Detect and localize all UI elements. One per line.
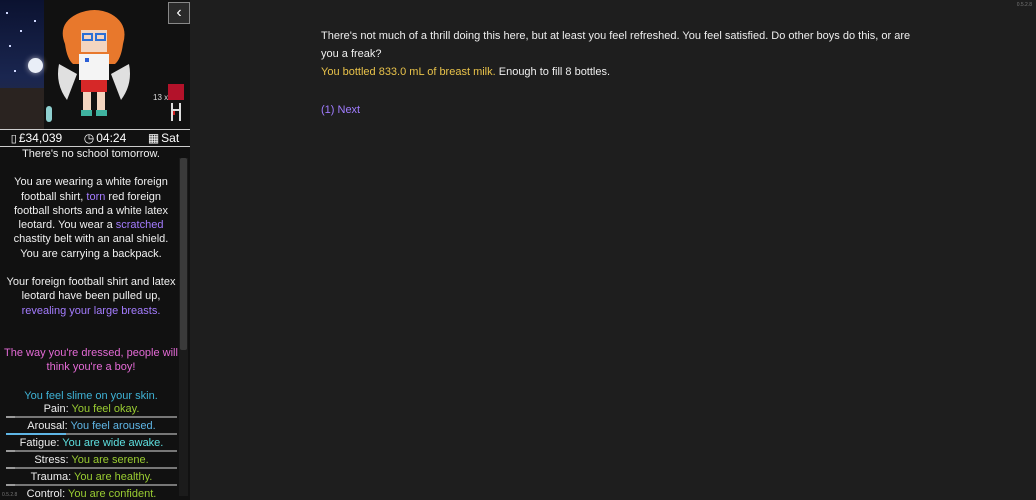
exposure-text: Your foreign football shirt and latex le… xyxy=(6,276,176,303)
stat-meter-fill xyxy=(6,467,15,469)
stat-meter xyxy=(6,467,177,469)
stat-row: Trauma: You are healthy. xyxy=(6,470,177,486)
bottles-note-text: Enough to fill 8 bottles. xyxy=(495,66,611,78)
rose-icon[interactable] xyxy=(168,84,184,100)
main-passage: There's not much of a thrill doing this … xyxy=(321,27,921,119)
moon-icon xyxy=(28,58,43,73)
day-value: Sat xyxy=(161,131,180,145)
stat-value: You feel okay. xyxy=(71,403,140,415)
version-label: 0.5.2.8 xyxy=(1016,2,1032,8)
passage-line-1: There's not much of a thrill doing this … xyxy=(321,30,911,60)
stat-meter-fill xyxy=(6,450,15,452)
sidebar: ‹ 13 x ▯ £34,039 ◷ 04:24 ▦ Sat There's n… xyxy=(0,0,190,500)
stat-label: Trauma: xyxy=(30,471,72,483)
scratched-tag: scratched xyxy=(115,219,164,232)
status-bar: ▯ £34,039 ◷ 04:24 ▦ Sat xyxy=(0,129,190,147)
stat-meter-fill xyxy=(6,484,15,486)
sidebar-scrollbar-thumb[interactable] xyxy=(180,158,187,350)
day-display: ▦ Sat xyxy=(148,131,179,145)
milk-bottled-text: You bottled 833.0 mL of breast milk. xyxy=(321,66,496,78)
stat-meter-fill xyxy=(6,416,15,418)
stat-label: Control: xyxy=(26,488,66,500)
clothing-description: You are wearing a white foreign football… xyxy=(4,175,178,261)
thermometer-icon xyxy=(46,106,52,122)
stat-label: Pain: xyxy=(43,403,69,415)
stat-row: Stress: You are serene. xyxy=(6,453,177,469)
stat-label: Arousal: xyxy=(27,420,68,432)
chevron-left-icon: ‹ xyxy=(176,4,182,21)
money-value: £34,039 xyxy=(18,131,63,145)
stat-meter xyxy=(6,450,177,452)
stat-meter-fill xyxy=(6,433,66,435)
revealing-text: revealing your large breasts. xyxy=(21,304,161,317)
torn-tag: torn xyxy=(86,190,106,203)
skin-note: You feel slime on your skin. xyxy=(24,389,158,402)
money-display: ▯ £34,039 xyxy=(11,131,62,145)
dressed-note: The way you're dressed, people will thin… xyxy=(4,346,178,374)
stat-value: You are serene. xyxy=(71,454,149,466)
calendar-icon: ▦ xyxy=(147,131,160,145)
stat-row: Control: You are confident. xyxy=(6,487,177,500)
character-sprite xyxy=(58,10,130,116)
stat-value: You are healthy. xyxy=(74,471,153,483)
clock-icon: ◷ xyxy=(83,131,95,145)
exposure-description: Your foreign football shirt and latex le… xyxy=(4,275,178,318)
stat-meter xyxy=(6,433,177,435)
phone-icon: ▯ xyxy=(10,132,17,145)
stat-meter xyxy=(6,484,177,486)
stat-label: Stress: xyxy=(34,454,69,466)
passage-line-2: You bottled 833.0 mL of breast milk. Eno… xyxy=(321,63,921,81)
stat-value: You are confident. xyxy=(68,488,157,500)
stat-value: You feel aroused. xyxy=(70,420,156,432)
next-link[interactable]: (1) Next xyxy=(321,104,360,116)
item-counter: 13 x xyxy=(153,93,169,102)
version-label-left: 0.5.2.8 xyxy=(2,492,18,498)
school-note: There's no school tomorrow. xyxy=(22,148,160,160)
collapse-sidebar-button[interactable]: ‹ xyxy=(168,2,190,24)
stat-row: Arousal: You feel aroused. xyxy=(6,419,177,435)
night-sky xyxy=(0,0,44,129)
time-value: 04:24 xyxy=(96,131,127,145)
clock-display: ◷ 04:24 xyxy=(84,131,127,145)
stat-row: Pain: You feel okay. xyxy=(6,402,177,418)
house-silhouette xyxy=(0,88,44,129)
stat-value: You are wide awake. xyxy=(62,437,164,449)
stat-meter xyxy=(6,416,177,418)
candle-icon xyxy=(171,103,181,121)
stat-label: Fatigue: xyxy=(19,437,60,449)
sidebar-description: There's no school tomorrow. You are wear… xyxy=(4,147,178,403)
stat-row: Fatigue: You are wide awake. xyxy=(6,436,177,452)
character-portrait: ‹ 13 x xyxy=(0,0,190,129)
clothing-text-3: chastity belt with an anal shield. You a… xyxy=(13,233,169,260)
